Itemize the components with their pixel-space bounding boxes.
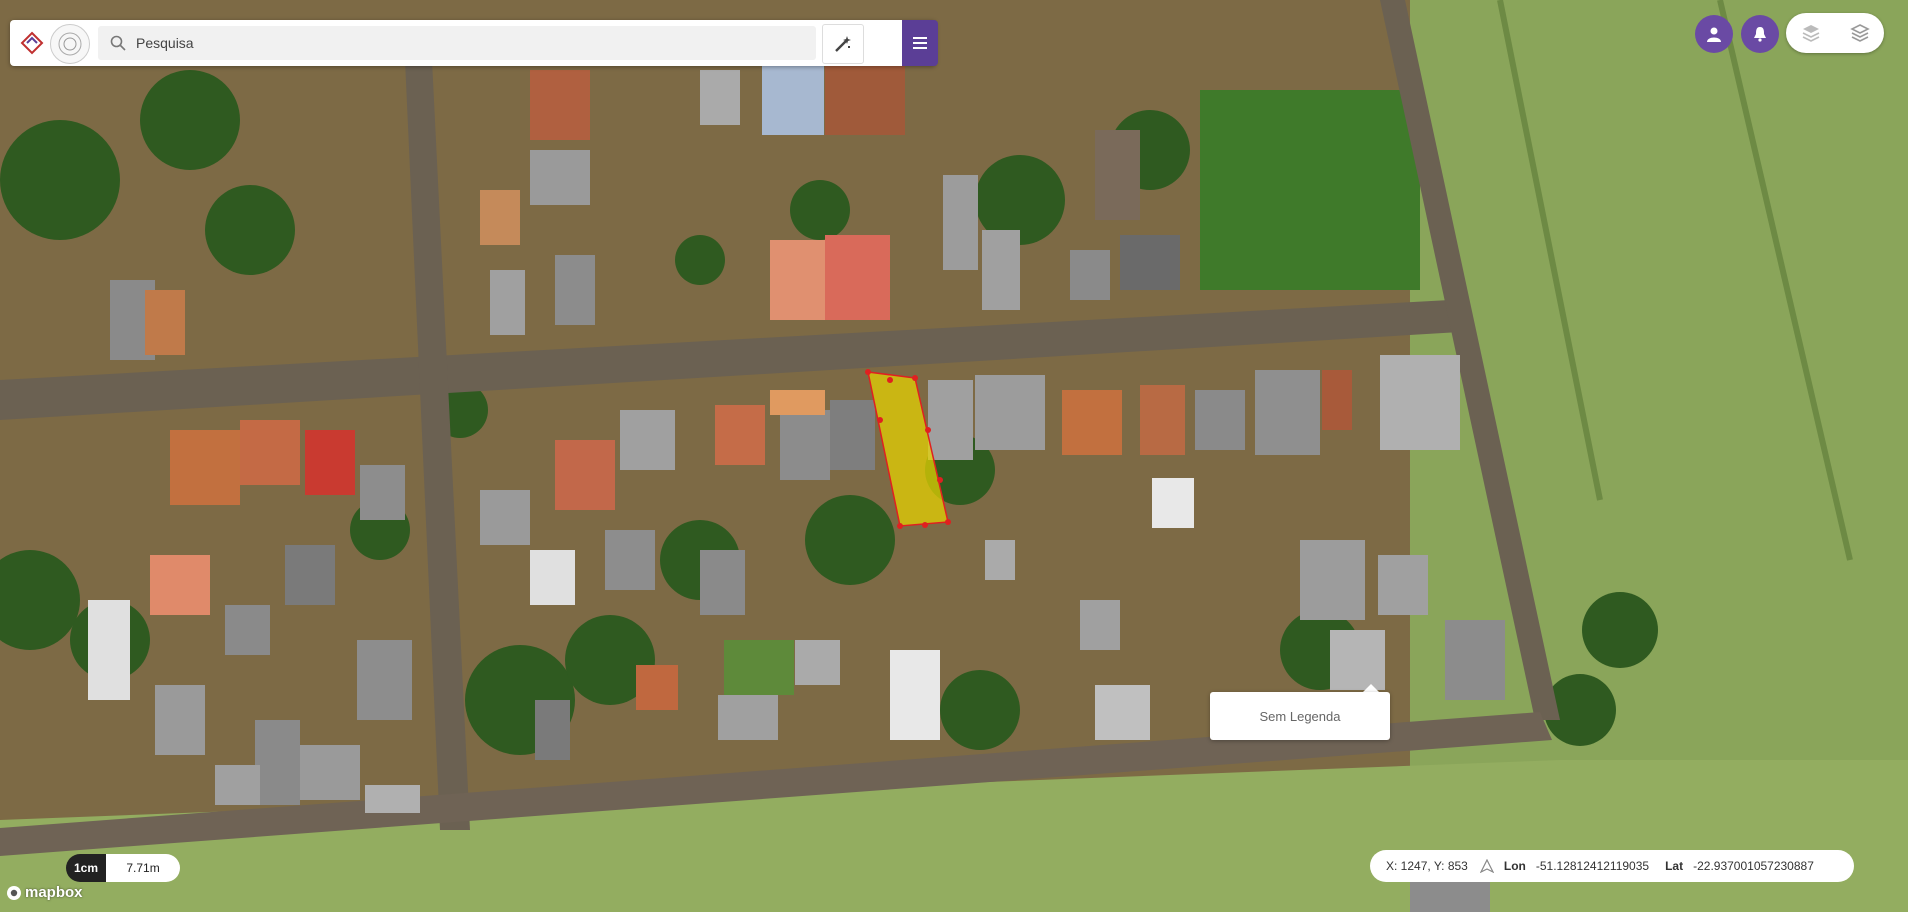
scale-distance: 7.71m bbox=[106, 854, 181, 882]
feature-popup[interactable]: Sem Legenda bbox=[1210, 692, 1390, 740]
lat-readout: Lat -22.937001057230887 bbox=[1665, 859, 1814, 873]
popup-label: Sem Legenda bbox=[1259, 708, 1341, 724]
user-icon bbox=[1707, 27, 1721, 42]
lon-label: Lon bbox=[1503, 859, 1526, 873]
map-scale: 1cm 7.71m bbox=[66, 854, 181, 882]
hamburger-menu-icon bbox=[913, 37, 927, 49]
lat-value: -22.937001057230887 bbox=[1693, 859, 1814, 873]
mapbox-attribution[interactable]: mapbox bbox=[6, 884, 83, 901]
municipality-seal-logo bbox=[50, 24, 90, 64]
crop-rows bbox=[1200, 90, 1420, 290]
mapbox-brand: mapbox bbox=[25, 884, 83, 901]
search-box bbox=[98, 26, 816, 60]
main-menu-button[interactable] bbox=[902, 20, 938, 66]
notifications-button[interactable] bbox=[1741, 15, 1779, 53]
lat-label: Lat bbox=[1665, 859, 1684, 873]
app-logo[interactable] bbox=[16, 27, 48, 59]
layers-icon[interactable] bbox=[1849, 22, 1871, 44]
satellite-map[interactable] bbox=[0, 0, 1908, 912]
lon-readout: Lon -51.12812412119035 bbox=[1479, 859, 1650, 873]
green-court bbox=[724, 640, 794, 695]
bell-icon bbox=[1754, 27, 1766, 42]
magic-edit-icon bbox=[835, 36, 851, 52]
search-input[interactable] bbox=[134, 34, 778, 52]
search-icon bbox=[110, 35, 126, 51]
top-toolbar bbox=[10, 20, 938, 66]
coordinates-bar: X: 1247, Y: 853 Lon -51.12812412119035 L… bbox=[1370, 850, 1854, 882]
scale-unit: 1cm bbox=[66, 854, 107, 882]
lon-value: -51.12812412119035 bbox=[1535, 859, 1650, 873]
cursor-xy: X: 1247, Y: 853 bbox=[1386, 859, 1468, 873]
edit-tool-button[interactable] bbox=[822, 24, 864, 64]
navigation-arrow-icon bbox=[1479, 859, 1494, 873]
layer-controls bbox=[1786, 13, 1884, 53]
user-button[interactable] bbox=[1695, 15, 1733, 53]
partial-building bbox=[1410, 880, 1490, 912]
mapbox-logo-icon bbox=[7, 885, 21, 900]
layers-3d-icon[interactable] bbox=[1800, 22, 1822, 44]
